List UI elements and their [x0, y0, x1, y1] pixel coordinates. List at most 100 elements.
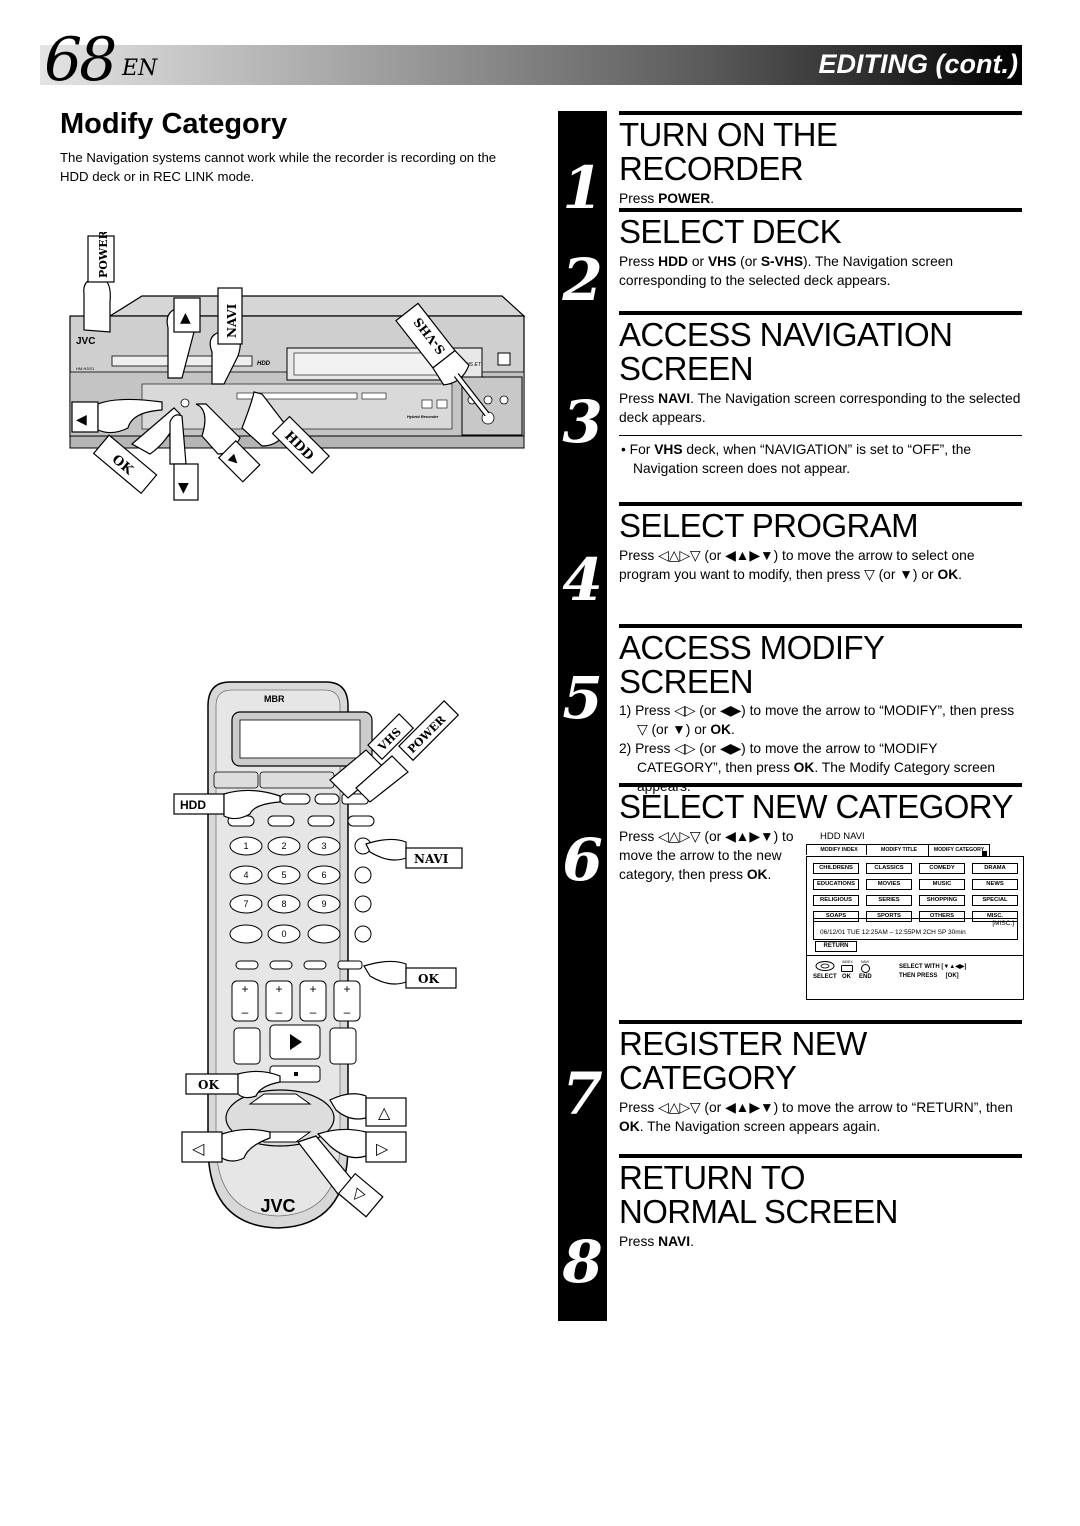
remote-rocker-minus: –	[242, 1005, 249, 1019]
bold-key-term: S-VHS	[760, 254, 804, 269]
remote-label-left: ◁	[191, 1139, 205, 1158]
svg-text:+: +	[309, 982, 316, 996]
select-pad-icon	[815, 961, 835, 971]
remote-label-ok-lower: OK	[198, 1078, 219, 1092]
step-number-5: 5	[562, 664, 603, 732]
remote-key-9: 9	[321, 899, 326, 909]
category-button-series[interactable]: SERIES	[866, 895, 912, 906]
legend-index-small: INDEX	[842, 960, 853, 964]
step-body: Press HDD or VHS (or S-VHS). The Navigat…	[619, 254, 954, 288]
recorder-hdd-logo: HDD	[257, 361, 271, 367]
step-number-2: 2	[562, 246, 603, 314]
recorder-label-left: ◀	[76, 412, 87, 428]
legend-then-press: THEN PRESS [OK]	[899, 973, 959, 979]
step-title: RETURN TO NORMAL SCREEN	[619, 1159, 898, 1230]
step-bullet-text: For VHS deck, when “NAVIGATION” is set t…	[629, 442, 972, 476]
category-button-childrens[interactable]: CHILDRENS	[813, 863, 859, 874]
category-button-special[interactable]: SPECIAL	[972, 895, 1018, 906]
step-8: RETURN TO NORMAL SCREEN Press NAVI.	[619, 1154, 1022, 1251]
legend-ok: OK	[842, 974, 851, 980]
step-body: Press POWER.	[619, 191, 715, 206]
nav-screen-label: HDD NAVI	[820, 831, 865, 842]
bold-key-term: OK	[710, 722, 732, 737]
step-2: SELECT DECK Press HDD or VHS (or S-VHS).…	[619, 208, 1022, 290]
bold-key-term: VHS	[654, 442, 683, 457]
category-button-religious[interactable]: RELIGIOUS	[813, 895, 859, 906]
category-button-music[interactable]: MUSIC	[919, 879, 965, 890]
category-button-comedy[interactable]: COMEDY	[919, 863, 965, 874]
step-rule	[619, 1020, 1022, 1024]
bold-key-term: POWER	[658, 191, 711, 206]
tab-modify-category[interactable]: MODIFY CATEGORY	[928, 844, 990, 856]
category-button-movies[interactable]: MOVIES	[866, 879, 912, 890]
svg-text:–: –	[276, 1005, 283, 1019]
remote-label-hdd: HDD	[180, 798, 206, 812]
step-number-7: 7	[562, 1060, 603, 1128]
step-list: 1) Press ◁▷ (or ◀▶) to move the arrow to…	[619, 701, 1022, 796]
section-title: Modify Category	[60, 108, 288, 140]
remote-label-navi: NAVI	[414, 852, 449, 866]
bold-key-term: NAVI	[658, 391, 691, 406]
category-button-educations[interactable]: EDUCATIONS	[813, 879, 859, 890]
remote-key-5: 5	[281, 870, 286, 880]
step-number-1: 1	[562, 154, 603, 222]
program-info-box: [MISC.] 06/12/01 TUE 12:25AM – 12:55PM 2…	[813, 918, 1018, 940]
remote-key-7: 7	[243, 899, 248, 909]
category-button-classics[interactable]: CLASSICS	[866, 863, 912, 874]
remote-brand: JVC	[260, 1196, 295, 1216]
step-title: ACCESS MODIFY SCREEN	[619, 629, 884, 700]
remote-key-6: 6	[321, 870, 326, 880]
nav-tabs: MODIFY INDEX MODIFY TITLE MODIFY CATEGOR…	[806, 844, 1024, 856]
step-number-3: 3	[562, 388, 603, 456]
svg-text:+: +	[275, 982, 282, 996]
program-info: 06/12/01 TUE 12:25AM – 12:55PM 2CH SP 30…	[820, 929, 966, 936]
end-button-icon	[861, 964, 870, 973]
remote-key-3: 3	[321, 841, 326, 851]
remote-label-up: △	[378, 1103, 391, 1122]
step-title: TURN ON THE RECORDER	[619, 116, 838, 187]
recorder-brand: JVC	[76, 336, 95, 347]
svg-text:–: –	[344, 1005, 351, 1019]
step-rule	[619, 208, 1022, 212]
category-button-shopping[interactable]: SHOPPING	[919, 895, 965, 906]
step-bullet: • For VHS deck, when “NAVIGATION” is set…	[621, 442, 972, 476]
step-body: Press ◁△▷▽ (or ◀▲▶▼) to move the arrow t…	[619, 548, 975, 582]
section-note: The Navigation systems cannot work while…	[60, 150, 497, 184]
page-language: EN	[122, 56, 158, 81]
tab-modify-title[interactable]: MODIFY TITLE	[866, 844, 932, 855]
category-button-drama[interactable]: DRAMA	[972, 863, 1018, 874]
legend-select-with: SELECT WITH [▼▲◀▶]	[899, 964, 967, 970]
step-number-6: 6	[562, 826, 603, 894]
step-4: SELECT PROGRAM Press ◁△▷▽ (or ◀▲▶▼) to m…	[619, 502, 1022, 584]
remote-illustration: MBR 1 2 3 4 5 6 7 8 9 0 + – +– +– +– JVC…	[173, 681, 463, 1229]
step-title: SELECT NEW CATEGORY	[619, 788, 1013, 825]
step-divider	[619, 435, 1022, 436]
section-header-title: EDITING (cont.)	[818, 49, 1018, 79]
recorder-label-power: POWER	[97, 232, 110, 278]
step-number-8: 8	[562, 1228, 603, 1296]
step-7: REGISTER NEW CATEGORY Press ◁△▷▽ (or ◀▲▶…	[619, 1020, 1022, 1136]
step-title: SELECT PROGRAM	[619, 507, 919, 544]
bold-key-term: OK	[746, 867, 768, 882]
bold-key-term: OK	[619, 1119, 640, 1134]
tab-modify-index[interactable]: MODIFY INDEX	[806, 844, 872, 855]
bold-key-term: NAVI	[658, 1234, 691, 1249]
svg-text:–: –	[310, 1005, 317, 1019]
step-body: Press NAVI.	[619, 1234, 694, 1249]
step-title: REGISTER NEW CATEGORY	[619, 1025, 867, 1096]
return-button[interactable]: RETURN	[815, 941, 857, 952]
remote-label-right: ▷	[376, 1139, 389, 1158]
bold-key-term: HDD	[658, 254, 689, 269]
remote-brand-top: MBR	[264, 694, 285, 704]
step-rule	[619, 311, 1022, 315]
step-number-4: 4	[562, 546, 603, 614]
step-rule	[619, 502, 1022, 506]
step-3: ACCESS NAVIGATION SCREEN Press NAVI. The…	[619, 311, 1022, 478]
remote-label-ok-upper: OK	[418, 972, 439, 986]
recorder-label-down: ▼	[178, 480, 189, 496]
legend-select: SELECT	[813, 974, 837, 980]
remote-key-1: 1	[243, 841, 248, 851]
category-button-news[interactable]: NEWS	[972, 879, 1018, 890]
remote-key-4: 4	[243, 870, 248, 880]
step-list-item: 1) Press ◁▷ (or ◀▶) to move the arrow to…	[619, 703, 1015, 737]
